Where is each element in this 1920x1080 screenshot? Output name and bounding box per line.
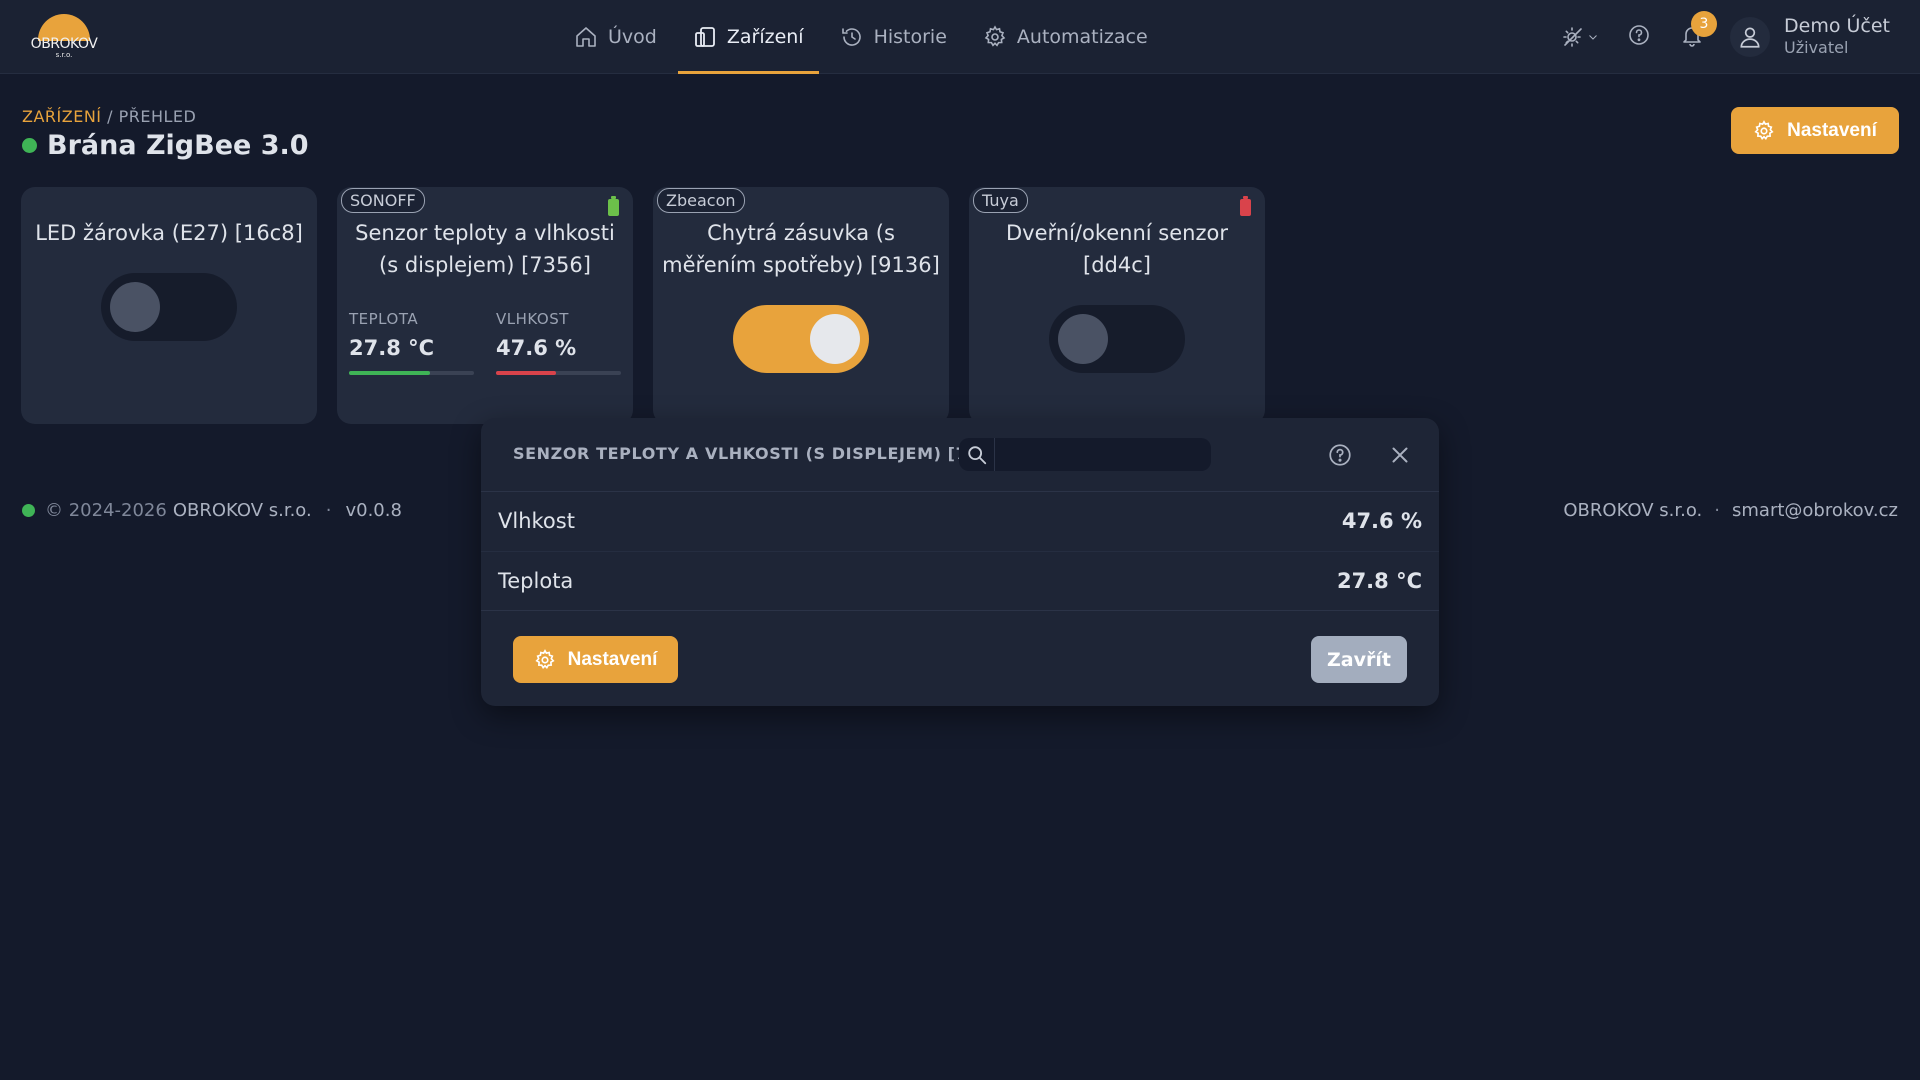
- modal-search: [959, 438, 1211, 471]
- nav-item-home[interactable]: Úvod: [556, 0, 675, 74]
- gear-icon: [534, 648, 556, 671]
- footer-version: v0.0.8: [345, 500, 402, 521]
- online-status-dot: [22, 138, 37, 153]
- main-nav: Úvod Zařízení Historie Automatizace: [556, 0, 1166, 74]
- logo-text: OBROKOV: [30, 36, 98, 52]
- device-settings-button[interactable]: Nastavení: [513, 636, 678, 683]
- metric-humidity: VLHKOST 47.6 %: [496, 310, 621, 375]
- breadcrumb: ZAŘÍZENÍ / PŘEHLED: [22, 107, 196, 126]
- battery-low-icon: [1240, 196, 1251, 216]
- nav-item-history[interactable]: Historie: [822, 0, 965, 74]
- nav-label: Historie: [873, 26, 947, 48]
- toggle-knob: [110, 282, 160, 332]
- logo[interactable]: OBROKOV s.r.o.: [26, 14, 102, 60]
- breadcrumb-separator: /: [101, 107, 119, 126]
- toggle-knob: [1058, 314, 1108, 364]
- nav-label: Zařízení: [726, 26, 804, 48]
- device-power-toggle[interactable]: [733, 305, 869, 373]
- metric-bar: [349, 371, 474, 375]
- connection-status-dot: [22, 504, 35, 517]
- footer-company: OBROKOV s.r.o.: [172, 500, 312, 521]
- device-card-led-bulb[interactable]: LED žárovka (E27) [16c8]: [21, 187, 317, 424]
- theme-toggle-button[interactable]: [1554, 17, 1606, 57]
- breadcrumb-current: PŘEHLED: [118, 107, 197, 126]
- close-button[interactable]: Zavřít: [1311, 636, 1407, 683]
- button-label: Nastavení: [567, 648, 658, 670]
- notification-count-badge: 3: [1691, 11, 1718, 37]
- device-name: Chytrá zásuvka (s měřením spotřeby) [913…: [662, 221, 940, 277]
- gear-icon: [1753, 119, 1775, 142]
- device-power-toggle[interactable]: [101, 273, 237, 341]
- help-icon: [1627, 23, 1651, 51]
- device-card-smart-plug[interactable]: Zbeacon Chytrá zásuvka (s měřením spotře…: [653, 187, 949, 424]
- modal-header: SENZOR TEPLOTY A VLHKOSTI (S DISPLEJEM) …: [481, 418, 1439, 492]
- gear-icon: [983, 25, 1007, 49]
- brand-tag: Tuya: [973, 188, 1028, 213]
- row-value: 27.8 °C: [1336, 568, 1422, 593]
- breadcrumb-link-devices[interactable]: ZAŘÍZENÍ: [22, 107, 102, 126]
- notifications-button[interactable]: 3: [1672, 11, 1718, 57]
- logo-subtext: s.r.o.: [55, 51, 73, 59]
- modal-row-temperature: Teplota 27.8 °C: [481, 551, 1439, 609]
- close-icon[interactable]: [1387, 442, 1413, 468]
- user-icon: [1730, 17, 1771, 57]
- sun-moon-icon: [1561, 25, 1599, 49]
- device-name: LED žárovka (E27) [16c8]: [35, 221, 303, 245]
- gateway-settings-button[interactable]: Nastavení: [1731, 107, 1899, 154]
- footer-right: OBROKOV s.r.o. · smart@obrokov.cz: [1563, 500, 1898, 521]
- device-state-toggle[interactable]: [1049, 305, 1185, 373]
- button-label: Nastavení: [1787, 119, 1877, 141]
- page-title: Brána ZigBee 3.0: [22, 130, 309, 161]
- home-icon: [574, 25, 598, 49]
- nav-label: Automatizace: [1016, 26, 1148, 48]
- footer-separator: ·: [1714, 500, 1721, 521]
- device-name: Senzor teploty a vlhkosti (s displejem) …: [355, 221, 615, 277]
- metric-label: VLHKOST: [496, 310, 569, 328]
- brand-tag: SONOFF: [341, 188, 425, 213]
- user-name: Demo Účet: [1784, 15, 1890, 37]
- modal-row-humidity: Vlhkost 47.6 %: [481, 492, 1439, 550]
- metric-temperature: TEPLOTA 27.8 °C: [349, 310, 474, 375]
- footer-company-link[interactable]: OBROKOV s.r.o.: [1563, 500, 1702, 521]
- device-card-temp-humidity-sensor[interactable]: SONOFF Senzor teploty a vlhkosti (s disp…: [337, 187, 633, 424]
- row-label: Vlhkost: [498, 509, 575, 533]
- user-menu[interactable]: Demo Účet Uživatel: [1730, 15, 1890, 59]
- modal-title: SENZOR TEPLOTY A VLHKOSTI (S DISPLEJEM) …: [513, 444, 1011, 463]
- user-role: Uživatel: [1784, 38, 1849, 57]
- devices-icon: [693, 25, 717, 49]
- metric-value: 27.8 °C: [349, 336, 435, 360]
- metric-bar-fill: [349, 371, 431, 375]
- footer-left: © 2024-2026 OBROKOV s.r.o. · v0.0.8: [22, 500, 402, 521]
- nav-item-devices[interactable]: Zařízení: [675, 0, 822, 74]
- nav-item-automation[interactable]: Automatizace: [965, 0, 1166, 74]
- header-actions: 3 Demo Účet Uživatel: [1541, 0, 1890, 74]
- page-title-text: Brána ZigBee 3.0: [47, 130, 309, 161]
- top-header: OBROKOV s.r.o. Úvod Zařízení Historie Au…: [0, 0, 1920, 74]
- device-name: Dveřní/okenní senzor [dd4c]: [1006, 221, 1228, 277]
- battery-full-icon: [608, 196, 619, 216]
- row-label: Teplota: [498, 568, 574, 593]
- modal-footer: Nastavení Zavřít: [481, 610, 1439, 706]
- brand-tag: Zbeacon: [657, 188, 745, 213]
- row-value: 47.6 %: [1341, 509, 1422, 533]
- nav-label: Úvod: [608, 26, 657, 48]
- metric-value: 47.6 %: [496, 336, 577, 360]
- toggle-knob: [810, 314, 860, 364]
- help-button[interactable]: [1619, 17, 1659, 57]
- search-input[interactable]: [995, 438, 1211, 471]
- footer-copyright: © 2024-2026: [45, 500, 167, 521]
- metric-bar-fill: [496, 371, 556, 375]
- metric-bar: [496, 371, 621, 375]
- search-icon: [959, 438, 995, 471]
- footer-separator: ·: [325, 500, 332, 521]
- device-detail-modal: SENZOR TEPLOTY A VLHKOSTI (S DISPLEJEM) …: [481, 418, 1439, 706]
- help-icon[interactable]: [1327, 442, 1353, 468]
- footer-email-link[interactable]: smart@obrokov.cz: [1732, 500, 1898, 521]
- metric-label: TEPLOTA: [349, 310, 419, 328]
- device-card-door-sensor[interactable]: Tuya Dveřní/okenní senzor [dd4c]: [969, 187, 1265, 424]
- history-icon: [840, 25, 864, 49]
